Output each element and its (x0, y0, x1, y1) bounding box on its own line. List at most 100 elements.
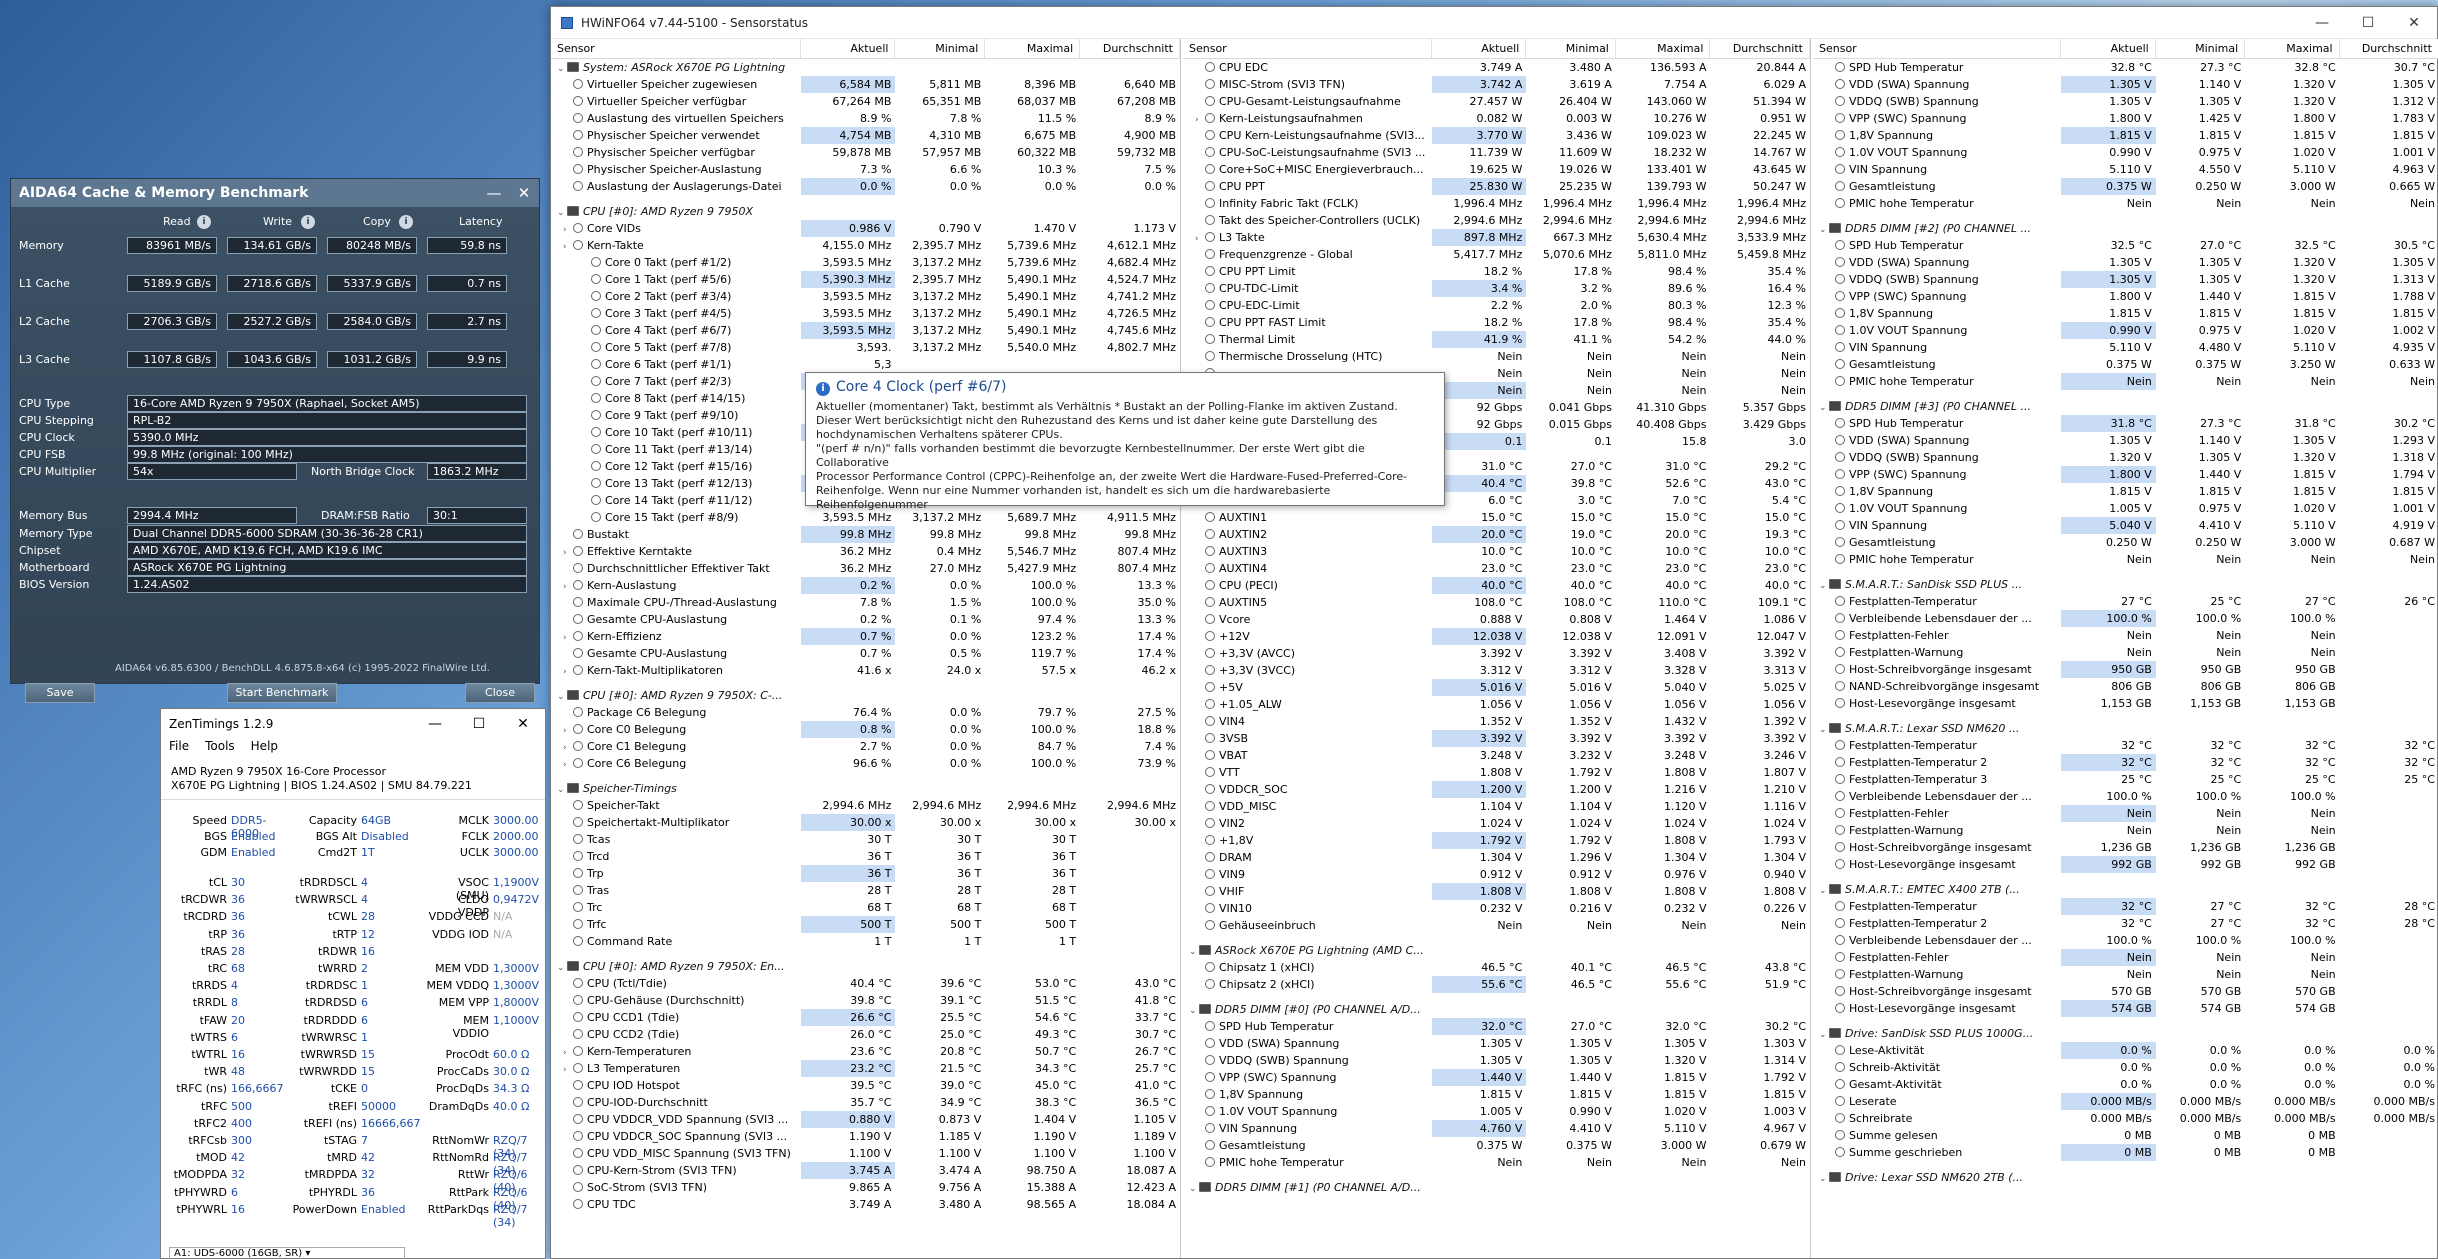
sensor-row[interactable]: NAND-Schreibvorgänge insgesamt 806 GB 806 … (1813, 678, 2438, 695)
close-button[interactable]: Close (465, 683, 535, 703)
sensor-row[interactable]: Gehäuseeinbruch Nein Nein Nein Nein (1183, 917, 1810, 934)
sensor-row[interactable]: CPU VDDCR_VDD Spannung (SVI3 ... 0.880 V0… (551, 1111, 1180, 1128)
sensor-row[interactable]: +12V 12.038 V 12.038 V 12.091 V 12.047 V (1183, 628, 1810, 645)
dimm-select[interactable]: A1: UDS-6000 (16GB, SR) ▾ (169, 1247, 405, 1259)
sensor-row[interactable]: VDD (SWA) Spannung 1.305 V 1.140 V 1.305 V1… (1813, 432, 2438, 449)
sensor-row[interactable]: Frequenzgrenze - Global 5,417.7 MHz 5,070.… (1183, 246, 1810, 263)
sensor-row[interactable]: Physischer Speicher-Auslastung 7.3 % 6.6 %… (551, 161, 1180, 178)
chevron-right-icon[interactable]: › (563, 1062, 573, 1077)
sensor-row[interactable]: 1,8V Spannung 1.815 V 1.815 V 1.815 V 1.815 … (1813, 483, 2438, 500)
minimize-icon[interactable]: — (2299, 7, 2345, 39)
close-icon[interactable]: ✕ (509, 184, 539, 202)
sensor-header[interactable]: Sensor Aktuell Minimal Maximal Durchschnitt (551, 39, 1180, 59)
sensor-group-header[interactable]: ⌄ Drive: Lexar SSD NM620 2TB (... (1813, 1169, 2438, 1186)
sensor-row[interactable]: VHIF 1.808 V 1.808 V 1.808 V 1.808 V (1183, 883, 1810, 900)
sensor-row[interactable]: Verbleibende Lebensdauer der ... 100.0 % 1… (1813, 610, 2438, 627)
sensor-row[interactable]: › L3 Takte 897.8 MHz 667.3 MHz 5,630.4 MHz 3,… (1183, 229, 1810, 246)
sensor-row[interactable]: CPU-Kern-Strom (SVI3 TFN) 3.745 A 3.474 A9… (551, 1162, 1180, 1179)
sensor-row[interactable]: VIN9 0.912 V 0.912 V 0.976 V 0.940 V (1183, 866, 1810, 883)
sensor-group-header[interactable]: ⌄ System: ASRock X670E PG Lightning (551, 59, 1180, 76)
sensor-row[interactable]: AUXTIN5 108.0 °C 108.0 °C 110.0 °C 109.1 °C (1183, 594, 1810, 611)
close-icon[interactable]: ✕ (501, 716, 545, 732)
minimize-icon[interactable]: — (479, 184, 509, 202)
sensor-row[interactable]: +3,3V (AVCC) 3.392 V 3.392 V 3.408 V 3.392 V (1183, 645, 1810, 662)
sensor-row[interactable]: Festplatten-Temperatur 3 25 °C 25 °C 25 °C 2… (1813, 771, 2438, 788)
sensor-row[interactable]: 1.0V VOUT Spannung 1.005 V 0.990 V 1.020 V1… (1183, 1103, 1810, 1120)
sensor-row[interactable]: VPP (SWC) Spannung 1.800 V 1.425 V 1.800 V1… (1813, 110, 2438, 127)
sensor-row[interactable]: 1.0V VOUT Spannung 0.990 V 0.975 V 1.020 V1… (1813, 144, 2438, 161)
chevron-right-icon[interactable]: › (1195, 112, 1205, 127)
sensor-row[interactable]: Festplatten-Warnung Nein Nein Nein (1813, 966, 2438, 983)
sensor-row[interactable]: › Effektive Kerntakte 36.2 MHz 0.4 MHz 5,546… (551, 543, 1180, 560)
sensor-row[interactable]: VDD (SWA) Spannung 1.305 V 1.305 V 1.305 V1… (1183, 1035, 1810, 1052)
sensor-row[interactable]: Physischer Speicher verfügbar 59,878 MB 57… (551, 144, 1180, 161)
sensor-row[interactable]: Durchschnittlicher Effektiver Takt 36.2 M… (551, 560, 1180, 577)
sensor-row[interactable]: +1,8V 1.792 V 1.792 V 1.808 V 1.793 V (1183, 832, 1810, 849)
chevron-right-icon[interactable]: › (563, 740, 573, 755)
sensor-row[interactable]: VIN Spannung 4.760 V 4.410 V 5.110 V 4.967 V (1183, 1120, 1810, 1137)
sensor-row[interactable]: Gesamtleistung 0.375 W 0.375 W 3.250 W 0.633… (1813, 356, 2438, 373)
sensor-row[interactable]: CPU-SoC-Leistungsaufnahme (SVI3 ... 11.73… (1183, 144, 1810, 161)
sensor-row[interactable]: Host-Lesevorgänge insgesamt 1,153 GB 1,153… (1813, 695, 2438, 712)
sensor-row[interactable]: Host-Schreibvorgänge insgesamt 570 GB 570 … (1813, 983, 2438, 1000)
sensor-row[interactable]: Vcore 0.888 V 0.808 V 1.464 V 1.086 V (1183, 611, 1810, 628)
chevron-down-icon[interactable]: ⌄ (1819, 1027, 1829, 1042)
chevron-right-icon[interactable]: › (563, 664, 573, 679)
sensor-row[interactable]: CPU VDDCR_SOC Spannung (SVI3 ... 1.190 V1… (551, 1128, 1180, 1145)
column-header-minimal[interactable]: Minimal (1526, 39, 1616, 58)
sensor-header[interactable]: Sensor Aktuell Minimal Maximal Durchschnitt (1183, 39, 1810, 59)
sensor-row[interactable]: VIN Spannung 5.110 V 4.480 V 5.110 V 4.935 V (1813, 339, 2438, 356)
sensor-row[interactable]: MISC-Strom (SVI3 TFN) 3.742 A 3.619 A 7.754… (1183, 76, 1810, 93)
sensor-row[interactable]: › Core C1 Belegung 2.7 % 0.0 % 84.7 % 7.4 % (551, 738, 1180, 755)
sensor-row[interactable]: Core 6 Takt (perf #1/1) 5,3 (551, 356, 1180, 373)
sensor-row[interactable]: CPU-Gesamt-Leistungsaufnahme 27.457 W 26.4… (1183, 93, 1810, 110)
column-header-minimal[interactable]: Minimal (2156, 39, 2246, 58)
sensor-row[interactable]: VDDQ (SWB) Spannung 1.305 V 1.305 V 1.320 V… (1183, 1052, 1810, 1069)
sensor-row[interactable]: Chipsatz 2 (xHCI) 55.6 °C 46.5 °C 55.6 °C 51… (1183, 976, 1810, 993)
sensor-row[interactable]: Speicher-Takt 2,994.6 MHz 2,994.6 MHz 2,994… (551, 797, 1180, 814)
sensor-row[interactable]: VBAT 3.248 V 3.232 V 3.248 V 3.246 V (1183, 747, 1810, 764)
sensor-row[interactable]: 1,8V Spannung 1.815 V 1.815 V 1.815 V 1.815 … (1813, 305, 2438, 322)
sensor-row[interactable]: Core+SoC+MISC Energieverbrauch... 19.625 … (1183, 161, 1810, 178)
sensor-row[interactable]: 3VSB 3.392 V 3.392 V 3.392 V 3.392 V (1183, 730, 1810, 747)
info-icon[interactable]: i (399, 215, 413, 229)
sensor-row[interactable]: Trfc 500 T 500 T 500 T (551, 916, 1180, 933)
sensor-row[interactable]: Bustakt 99.8 MHz 99.8 MHz 99.8 MHz 99.8 MHz (551, 526, 1180, 543)
sensor-row[interactable]: AUXTIN3 10.0 °C 10.0 °C 10.0 °C 10.0 °C (1183, 543, 1810, 560)
chevron-right-icon[interactable]: › (563, 545, 573, 560)
sensor-header[interactable]: Sensor Aktuell Minimal Maximal Durchschnitt (1813, 39, 2438, 59)
info-icon[interactable]: i (301, 215, 315, 229)
zentimings-titlebar[interactable]: ZenTimings 1.2.9 — ☐ ✕ (161, 709, 545, 739)
sensor-row[interactable]: CPU TDC 3.749 A 3.480 A 98.565 A 18.084 A (551, 1196, 1180, 1213)
chevron-right-icon[interactable]: › (563, 1045, 573, 1060)
sensor-row[interactable]: Lese-Aktivität 0.0 % 0.0 % 0.0 % 0.0 % (1813, 1042, 2438, 1059)
menu-file[interactable]: File (169, 739, 189, 759)
sensor-row[interactable]: Trp 36 T 36 T 36 T (551, 865, 1180, 882)
sensor-row[interactable]: CPU CCD1 (Tdie) 26.6 °C 25.5 °C 54.6 °C 33.7… (551, 1009, 1180, 1026)
sensor-row[interactable]: VDDQ (SWB) Spannung 1.320 V 1.305 V 1.320 V… (1813, 449, 2438, 466)
sensor-row[interactable]: › Core C6 Belegung 96.6 % 0.0 % 100.0 % 73.9 … (551, 755, 1180, 772)
chevron-down-icon[interactable]: ⌄ (1819, 222, 1829, 237)
sensor-group-header[interactable]: ⌄ S.M.A.R.T.: Lexar SSD NM620 ... (1813, 720, 2438, 737)
hwinfo-window[interactable]: HWiNFO64 v7.44-5100 - Sensorstatus — ☐ ✕… (550, 6, 2438, 1259)
sensor-row[interactable]: Gesamtleistung 0.250 W 0.250 W 3.000 W 0.687… (1813, 534, 2438, 551)
menu-help[interactable]: Help (251, 739, 278, 759)
sensor-row[interactable]: Festplatten-Temperatur 32 °C 27 °C 32 °C 28 … (1813, 898, 2438, 915)
sensor-group-header[interactable]: ⌄ DDR5 DIMM [#1] (P0 CHANNEL A/D... (1183, 1179, 1810, 1196)
sensor-row[interactable]: Festplatten-Warnung Nein Nein Nein (1813, 822, 2438, 839)
sensor-row[interactable]: 1.0V VOUT Spannung 1.005 V 0.975 V 1.020 V1… (1813, 500, 2438, 517)
sensor-row[interactable]: VDD (SWA) Spannung 1.305 V 1.140 V 1.320 V1… (1813, 76, 2438, 93)
chevron-down-icon[interactable]: ⌄ (1819, 883, 1829, 898)
sensor-row[interactable]: Host-Lesevorgänge insgesamt 992 GB 992 GB 9… (1813, 856, 2438, 873)
sensor-row[interactable]: Core 5 Takt (perf #7/8) 3,593. 3,137.2 MHz… (551, 339, 1180, 356)
sensor-group-header[interactable]: ⌄ S.M.A.R.T.: EMTEC X400 2TB (... (1813, 881, 2438, 898)
sensor-row[interactable]: SoC-Strom (SVI3 TFN) 9.865 A 9.756 A 15.388… (551, 1179, 1180, 1196)
sensor-row[interactable]: › Kern-Takte 4,155.0 MHz 2,395.7 MHz 5,739.6… (551, 237, 1180, 254)
hwinfo-titlebar[interactable]: HWiNFO64 v7.44-5100 - Sensorstatus — ☐ ✕ (551, 7, 2437, 39)
sensor-row[interactable]: Takt des Speicher-Controllers (UCLK) 2,99… (1183, 212, 1810, 229)
chevron-right-icon[interactable]: › (1195, 231, 1205, 246)
sensor-row[interactable]: VDDCR_SOC 1.200 V 1.200 V 1.216 V 1.210 V (1183, 781, 1810, 798)
sensor-row[interactable]: Physischer Speicher verwendet 4,754 MB 4,3… (551, 127, 1180, 144)
sensor-pane-3[interactable]: Sensor Aktuell Minimal Maximal Durchschnitt S… (1813, 39, 2438, 1258)
sensor-row[interactable]: Gesamtleistung 0.375 W 0.375 W 3.000 W 0.679… (1183, 1137, 1810, 1154)
